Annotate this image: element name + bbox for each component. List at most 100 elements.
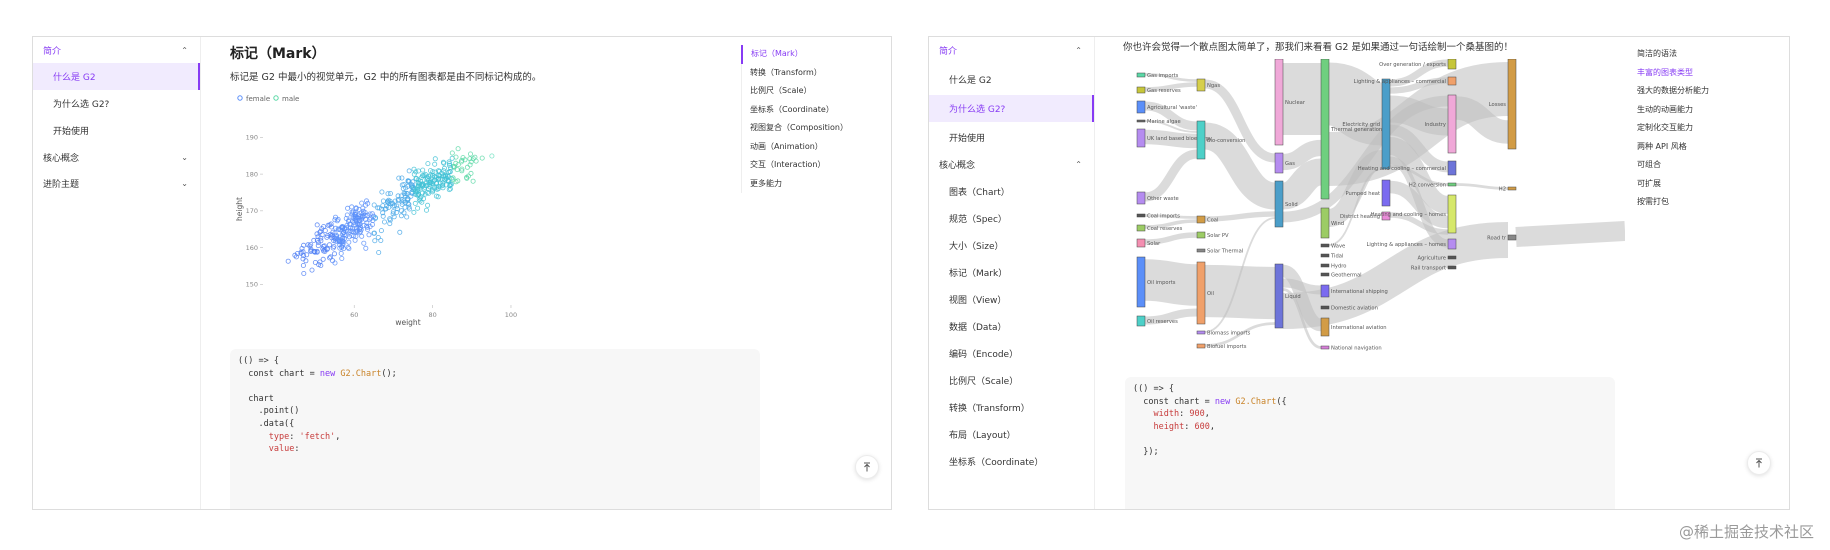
- sankey-node[interactable]: [1447, 255, 1457, 260]
- sankey-node[interactable]: [1196, 215, 1206, 224]
- toc-item-scale[interactable]: 比例尺（Scale）: [742, 82, 848, 101]
- sankey-node[interactable]: [1320, 253, 1330, 258]
- sankey-node[interactable]: [1196, 231, 1206, 239]
- sankey-node[interactable]: [1136, 119, 1146, 123]
- sankey-node[interactable]: [1274, 180, 1284, 228]
- legend-label-male[interactable]: male: [282, 95, 299, 103]
- sankey-node[interactable]: [1320, 207, 1330, 239]
- sankey-node[interactable]: [1136, 224, 1146, 232]
- sankey-node[interactable]: [1447, 94, 1457, 154]
- toc-item-more[interactable]: 更多能力: [742, 175, 848, 194]
- sankey-node[interactable]: [1447, 76, 1457, 86]
- sidebar-item-mark[interactable]: 标记（Mark）: [929, 259, 1094, 286]
- sankey-node[interactable]: [1447, 160, 1457, 176]
- sankey-node[interactable]: [1136, 128, 1146, 148]
- sankey-node[interactable]: [1196, 343, 1206, 349]
- sidebar-item-encode[interactable]: 编码（Encode）: [929, 340, 1094, 367]
- toc-item-chart-types[interactable]: 丰富的图表类型: [1629, 64, 1709, 83]
- sidebar-item-what-is-g2[interactable]: 什么是 G2: [33, 63, 200, 90]
- sankey-node[interactable]: [1136, 191, 1146, 205]
- sidebar-group-advanced[interactable]: 进阶主题 ⌄: [33, 170, 200, 196]
- sankey-node[interactable]: [1196, 78, 1206, 92]
- toc-item-interaction[interactable]: 交互（Interaction）: [742, 156, 848, 175]
- sankey-link[interactable]: [1204, 264, 1276, 320]
- sankey-node[interactable]: [1136, 256, 1146, 308]
- sankey-node[interactable]: [1196, 261, 1206, 325]
- sankey-node[interactable]: [1447, 194, 1457, 234]
- code-block[interactable]: (() => { const chart = new G2.Chart(); c…: [230, 349, 760, 509]
- sankey-node[interactable]: [1136, 86, 1146, 94]
- toc-item-on-demand[interactable]: 按需打包: [1629, 193, 1709, 212]
- sankey-link[interactable]: [1326, 62, 1385, 146]
- sankey-node[interactable]: [1274, 59, 1284, 146]
- sankey-node[interactable]: [1136, 100, 1146, 114]
- sankey-node[interactable]: [1447, 182, 1457, 187]
- sankey-node[interactable]: [1320, 317, 1330, 337]
- toc-item-mark[interactable]: 标记（Mark）: [741, 45, 848, 64]
- sidebar-group-core-concepts[interactable]: 核心概念 ⌄: [33, 144, 200, 170]
- sidebar-item-layout[interactable]: 布局（Layout）: [929, 421, 1094, 448]
- sankey-node[interactable]: [1320, 243, 1330, 248]
- sidebar-item-scale[interactable]: 比例尺（Scale）: [929, 367, 1094, 394]
- sidebar-item-data[interactable]: 数据（Data）: [929, 313, 1094, 340]
- sidebar-item-transform[interactable]: 转换（Transform）: [929, 394, 1094, 421]
- toc-item-coordinate[interactable]: 坐标系（Coordinate）: [742, 101, 848, 120]
- sankey-node[interactable]: [1320, 345, 1330, 350]
- sankey-node[interactable]: [1320, 272, 1330, 277]
- sankey-node[interactable]: [1136, 72, 1146, 78]
- sidebar-item-coordinate[interactable]: 坐标系（Coordinate）: [929, 448, 1094, 475]
- legend-label-female[interactable]: female: [246, 95, 270, 103]
- sankey-node[interactable]: [1136, 238, 1146, 248]
- toc-item-composable[interactable]: 可组合: [1629, 156, 1709, 175]
- sankey-node[interactable]: [1507, 234, 1517, 241]
- sankey-node[interactable]: [1507, 59, 1517, 150]
- sidebar-group-intro[interactable]: 简介 ⌃: [929, 37, 1094, 63]
- toc-item-animation[interactable]: 生动的动画能力: [1629, 101, 1709, 120]
- back-to-top-button[interactable]: [1747, 451, 1771, 475]
- toc-item-composition[interactable]: 视图复合（Composition）: [742, 119, 848, 138]
- sankey-node[interactable]: [1320, 305, 1330, 310]
- sankey-link[interactable]: [1282, 278, 1322, 295]
- toc-item-extensible[interactable]: 可扩展: [1629, 175, 1709, 194]
- sidebar-item-spec[interactable]: 规范（Spec）: [929, 205, 1094, 232]
- sankey-link[interactable]: [1280, 158, 1324, 210]
- sankey-node[interactable]: [1136, 315, 1146, 327]
- sidebar-item-why-g2[interactable]: 为什么选 G2?: [33, 90, 200, 117]
- sidebar-group-intro[interactable]: 简介 ⌃: [33, 37, 200, 63]
- sankey-node[interactable]: [1136, 213, 1146, 218]
- toc-item-animation[interactable]: 动画（Animation）: [742, 138, 848, 157]
- sankey-link[interactable]: [1515, 221, 1625, 247]
- toc-item-concise-syntax[interactable]: 简洁的语法: [1629, 45, 1709, 64]
- sankey-link[interactable]: [1282, 222, 1509, 329]
- sankey-node[interactable]: [1320, 284, 1330, 298]
- sankey-node[interactable]: [1196, 120, 1206, 160]
- toc-item-transform[interactable]: 转换（Transform）: [742, 64, 848, 83]
- sidebar-item-what-is-g2[interactable]: 什么是 G2: [929, 66, 1094, 93]
- sankey-node[interactable]: [1447, 265, 1457, 270]
- back-to-top-button[interactable]: [855, 455, 879, 479]
- toc-item-api-styles[interactable]: 两种 API 风格: [1629, 138, 1709, 157]
- sankey-link[interactable]: [1144, 149, 1198, 202]
- code-block[interactable]: (() => { const chart = new G2.Chart({ wi…: [1125, 377, 1615, 509]
- toc-item-data-analysis[interactable]: 强大的数据分析能力: [1629, 82, 1709, 101]
- sidebar-item-chart[interactable]: 图表（Chart）: [929, 178, 1094, 205]
- toc-item-interaction[interactable]: 定制化交互能力: [1629, 119, 1709, 138]
- sidebar-item-getting-started[interactable]: 开始使用: [929, 124, 1094, 151]
- sidebar-item-size[interactable]: 大小（Size）: [929, 232, 1094, 259]
- sankey-node[interactable]: [1320, 59, 1330, 200]
- sankey-node[interactable]: [1320, 263, 1330, 268]
- sankey-node[interactable]: [1274, 263, 1284, 329]
- sankey-node[interactable]: [1381, 179, 1391, 207]
- sankey-node[interactable]: [1274, 152, 1284, 174]
- sankey-link[interactable]: [1203, 122, 1277, 210]
- sankey-node[interactable]: [1447, 238, 1457, 250]
- sidebar-group-core-concepts[interactable]: 核心概念 ⌃: [929, 151, 1094, 177]
- sidebar-item-getting-started[interactable]: 开始使用: [33, 117, 200, 144]
- sankey-link[interactable]: [1389, 95, 1449, 136]
- sankey-node[interactable]: [1447, 59, 1457, 70]
- sidebar-item-why-g2[interactable]: 为什么选 G2?: [929, 95, 1094, 122]
- sankey-node[interactable]: [1196, 330, 1206, 335]
- sankey-node[interactable]: [1196, 248, 1206, 253]
- sankey-node[interactable]: [1507, 186, 1517, 191]
- sankey-node[interactable]: [1381, 78, 1391, 170]
